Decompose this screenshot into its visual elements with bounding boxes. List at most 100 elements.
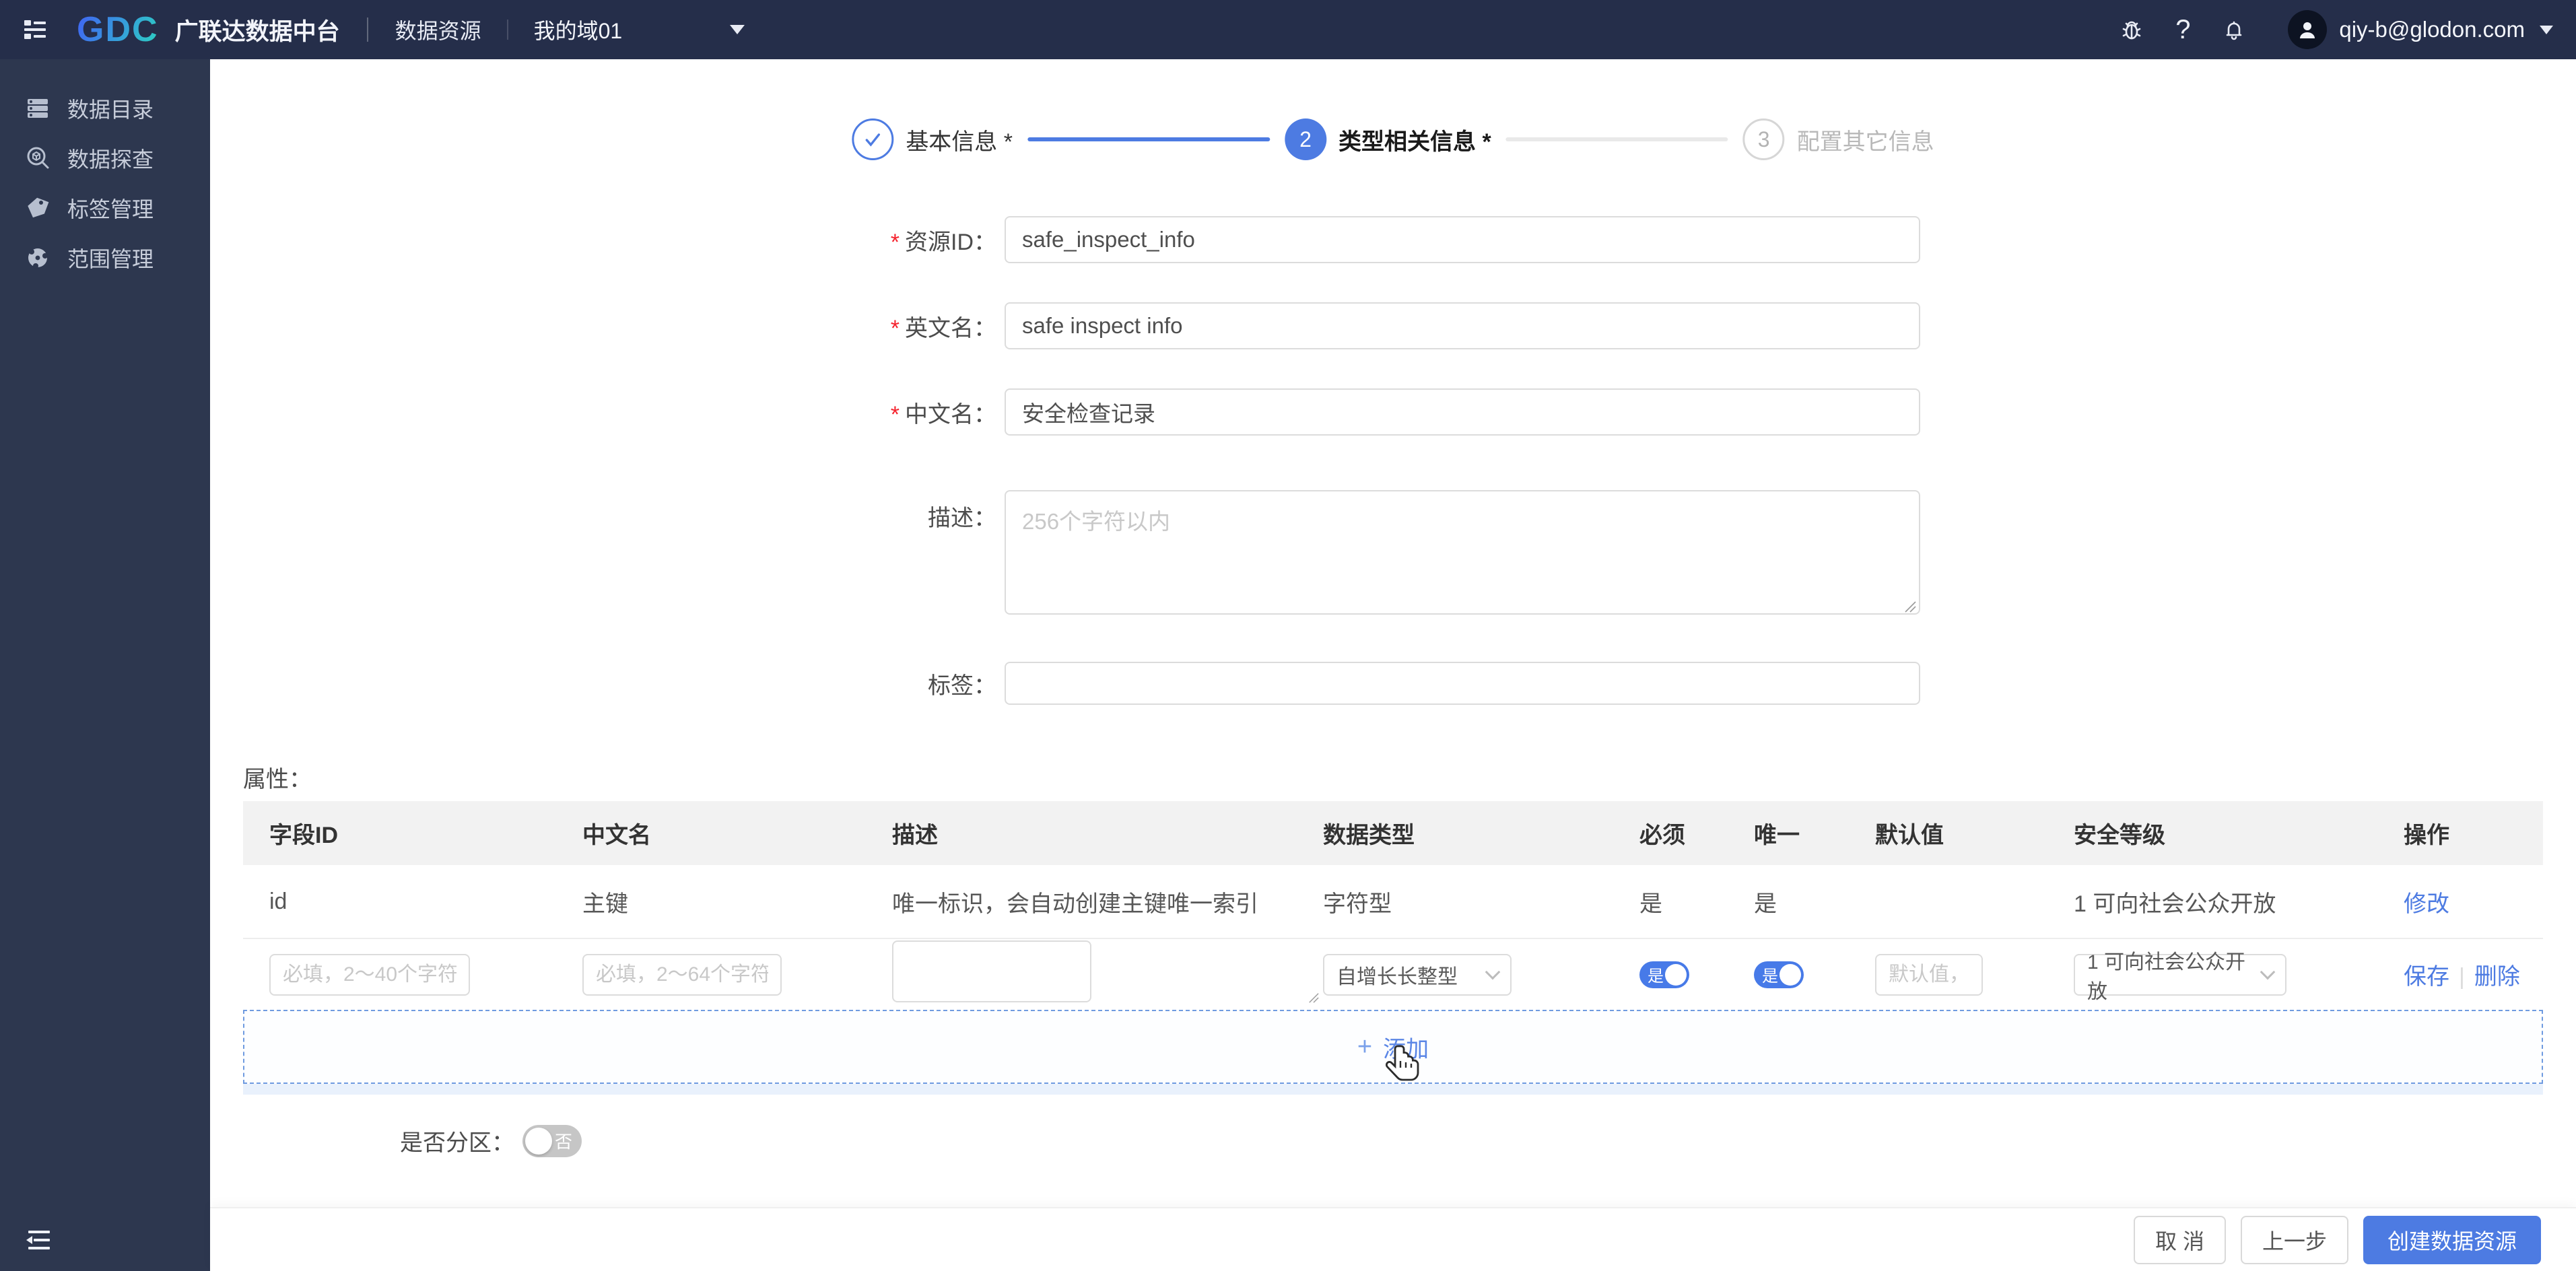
cell-required: 是 <box>1639 891 1662 917</box>
col-header-default: 默认值 <box>1875 823 1944 848</box>
database-icon <box>24 95 51 122</box>
toggle-knob <box>525 1127 552 1155</box>
nav-item-data-resource[interactable]: 数据资源 <box>395 14 481 45</box>
bell-icon[interactable] <box>2221 16 2247 43</box>
col-header-security: 安全等级 <box>2074 823 2165 848</box>
chevron-down-icon <box>2540 25 2553 34</box>
domain-select-value: 我的域01 <box>533 19 623 43</box>
user-email[interactable]: qiy-b@glodon.com <box>2339 17 2525 42</box>
cell-cn-name: 主键 <box>582 891 628 917</box>
top-navbar: GDC 广联达数据中台 数据资源 我的域01 ? qiy-b@glodon.co… <box>0 0 2576 59</box>
description-cell-textarea[interactable] <box>892 940 1091 1002</box>
collapse-sidebar-icon[interactable] <box>24 1225 54 1255</box>
security-level-select-value: 1 可向社会公众开放 <box>2087 951 2246 1003</box>
step-label: 基本信息 * <box>906 129 1013 155</box>
create-data-resource-button[interactable]: 创建数据资源 <box>2363 1215 2541 1264</box>
partition-toggle[interactable]: 否 <box>522 1124 582 1157</box>
step-connector-done <box>1027 137 1270 141</box>
step-label: 配置其它信息 <box>1796 129 1934 155</box>
avatar[interactable] <box>2288 10 2328 49</box>
gdc-logo: GDC <box>77 10 159 49</box>
cell-description: 唯一标识，会自动创建主键唯一索引 <box>892 891 1258 917</box>
step-connector-pending <box>1505 137 1728 141</box>
table-edit-row: 自增长长整型 是 是 1 可向社会公众开放 保存 | 删除 <box>243 939 2543 1010</box>
cell-security: 1 可向社会公众开放 <box>2074 891 2276 917</box>
bug-icon[interactable] <box>2118 16 2145 43</box>
navbar-divider-2 <box>506 20 508 40</box>
form-row-resource-id: * 资源ID： <box>210 216 1920 263</box>
col-header-data-type: 数据类型 <box>1323 823 1415 848</box>
data-type-select[interactable]: 自增长长整型 <box>1323 953 1512 996</box>
col-header-required: 必须 <box>1639 823 1685 848</box>
sidebar-item-data-explore[interactable]: 数据探查 <box>0 133 210 183</box>
col-header-cn-name: 中文名 <box>582 823 651 848</box>
modify-link[interactable]: 修改 <box>2404 885 2543 918</box>
description-textarea[interactable] <box>1005 490 1920 615</box>
attributes-table: 字段ID 中文名 描述 数据类型 必须 唯一 默认值 安全等级 操作 id 主键… <box>243 801 2543 1095</box>
tags-label: 标签： <box>928 673 996 699</box>
cn-name-input[interactable] <box>582 953 782 996</box>
toggle-knob <box>1780 963 1801 986</box>
menu-icon[interactable] <box>20 15 50 44</box>
field-id-input[interactable] <box>269 953 470 996</box>
sidebar: 数据目录 数据探查 标签管理 范围管理 <box>0 59 210 1271</box>
resource-id-label: 资源ID： <box>905 229 996 255</box>
help-icon[interactable]: ? <box>2169 15 2196 44</box>
delete-link[interactable]: 删除 <box>2474 964 2520 990</box>
form-row-description: 描述： <box>210 490 1920 618</box>
default-value-input[interactable] <box>1875 953 1983 996</box>
domain-select[interactable]: 我的域01 <box>534 14 745 45</box>
main-content: 基本信息 * 2 类型相关信息 * 3 配置其它信息 *资源ID： *英文名： … <box>210 59 2576 1271</box>
sidebar-item-data-catalog[interactable]: 数据目录 <box>0 83 210 133</box>
magnifier-cube-icon <box>24 145 51 172</box>
required-toggle[interactable]: 是 <box>1639 961 1689 988</box>
tag-icon <box>24 195 51 221</box>
chinese-name-input[interactable] <box>1005 388 1920 436</box>
col-header-field-id: 字段ID <box>269 823 338 848</box>
security-level-select[interactable]: 1 可向社会公众开放 <box>2074 951 2286 1003</box>
cell-field-id: id <box>269 888 287 914</box>
unique-toggle[interactable]: 是 <box>1754 961 1804 988</box>
step-number: 3 <box>1742 118 1785 160</box>
step-other-config[interactable]: 3 配置其它信息 <box>1742 118 1934 160</box>
chinese-name-label: 中文名： <box>905 401 996 427</box>
step-label: 类型相关信息 * <box>1338 129 1491 155</box>
english-name-label: 英文名： <box>905 315 996 341</box>
step-number: 2 <box>1285 118 1326 160</box>
sidebar-item-label: 数据探查 <box>67 147 154 172</box>
wizard-stepper: 基本信息 * 2 类型相关信息 * 3 配置其它信息 <box>852 118 1934 160</box>
sidebar-item-label: 范围管理 <box>67 247 154 271</box>
sidebar-item-tag-management[interactable]: 标签管理 <box>0 183 210 233</box>
toggle-knob <box>1665 963 1687 986</box>
required-asterisk: * <box>890 315 900 341</box>
previous-step-button[interactable]: 上一步 <box>2240 1215 2348 1264</box>
col-header-action: 操作 <box>2404 823 2449 848</box>
resource-id-input[interactable] <box>1005 216 1920 263</box>
sidebar-item-label: 标签管理 <box>67 197 154 221</box>
english-name-input[interactable] <box>1005 302 1920 349</box>
sidebar-item-scope-management[interactable]: 范围管理 <box>0 233 210 283</box>
footer-action-bar: 取 消 上一步 创建数据资源 <box>210 1207 2576 1271</box>
form-row-chinese-name: * 中文名： <box>210 388 1920 436</box>
step-type-info[interactable]: 2 类型相关信息 * <box>1285 118 1491 160</box>
cell-data-type: 字符型 <box>1323 891 1392 917</box>
table-row: id 主键 唯一标识，会自动创建主键唯一索引 字符型 是 是 1 可向社会公众开… <box>243 865 2543 939</box>
scope-icon <box>24 244 51 271</box>
form-row-tags: 标签： <box>210 662 1920 705</box>
sidebar-item-label: 数据目录 <box>67 98 154 122</box>
chevron-down-icon <box>1485 964 1501 980</box>
tags-input[interactable] <box>1005 662 1920 705</box>
chevron-down-icon <box>730 25 745 34</box>
table-header-row: 字段ID 中文名 描述 数据类型 必须 唯一 默认值 安全等级 操作 <box>243 801 2543 865</box>
step-basic-info[interactable]: 基本信息 * <box>852 118 1013 160</box>
navbar-divider <box>366 18 368 42</box>
add-attribute-button[interactable]: + 添加 <box>243 1010 2543 1084</box>
action-divider: | <box>2459 964 2465 990</box>
plus-icon: + <box>1357 1033 1373 1061</box>
cancel-button[interactable]: 取 消 <box>2134 1215 2226 1264</box>
resize-grip-icon <box>1309 993 1319 1003</box>
save-link[interactable]: 保存 <box>2404 964 2449 990</box>
add-area-highlight <box>243 1084 2543 1095</box>
required-asterisk: * <box>890 401 900 427</box>
partition-row: 是否分区： 否 <box>210 1124 582 1157</box>
